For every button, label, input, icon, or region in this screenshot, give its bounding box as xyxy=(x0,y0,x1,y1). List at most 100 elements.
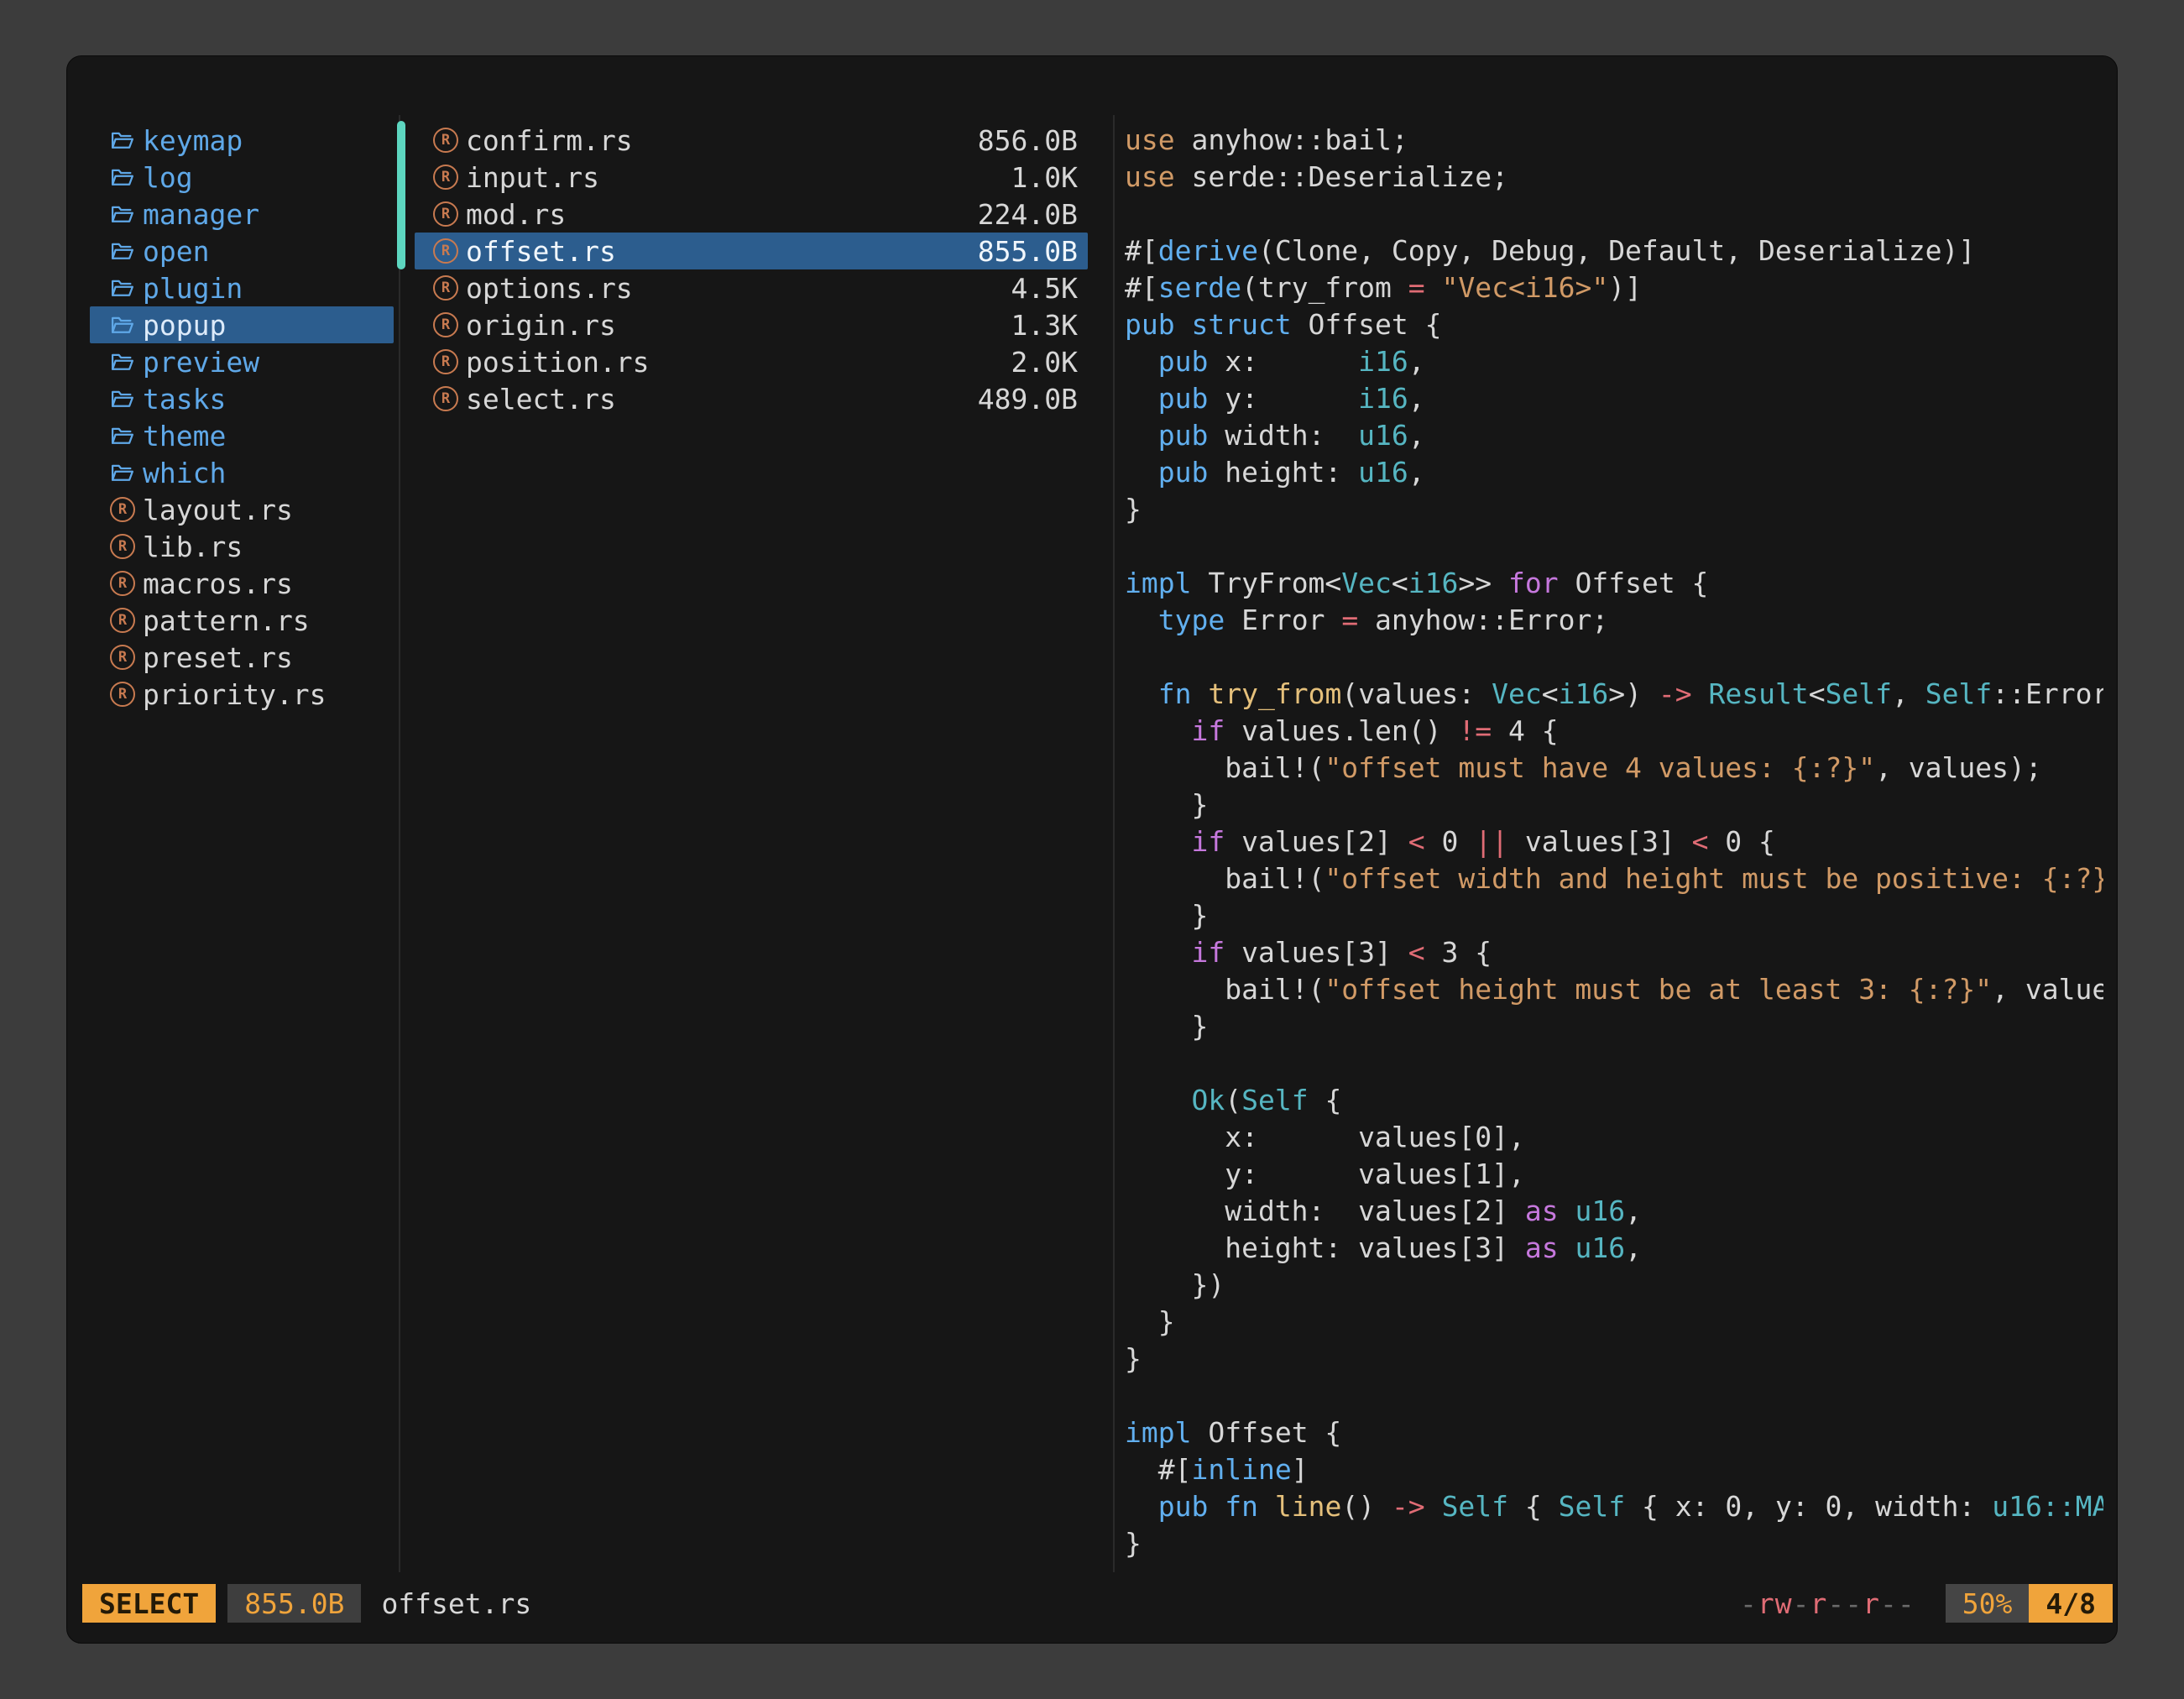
pane-divider-right xyxy=(1113,115,1115,1572)
code-line xyxy=(1125,196,2103,233)
folder-name: tasks xyxy=(143,383,226,416)
file-size-badge: 855.0B xyxy=(227,1584,361,1623)
code-line: use anyhow::bail; xyxy=(1125,122,2103,159)
file-size: 4.5K xyxy=(1011,272,1078,305)
code-line: pub y: i16, xyxy=(1125,380,2103,417)
status-bar: SELECT 855.0B offset.rs -rw-r--r-- 50% 4… xyxy=(82,1584,2113,1623)
rust-file-icon xyxy=(110,645,135,670)
folder-list-item[interactable]: tasks xyxy=(90,380,394,417)
file-name: priority.rs xyxy=(143,678,327,711)
folder-name: preview xyxy=(143,346,259,379)
file-list-item[interactable]: confirm.rs 856.0B xyxy=(415,122,1088,159)
code-line: } xyxy=(1125,1341,2103,1377)
rust-file-icon xyxy=(110,534,135,559)
file-list-item[interactable]: options.rs 4.5K xyxy=(415,269,1088,306)
folder-icon xyxy=(110,165,135,190)
folder-list-item[interactable]: preview xyxy=(90,343,394,380)
rust-file-icon xyxy=(110,497,135,522)
folder-list-item[interactable]: popup xyxy=(90,306,394,343)
file-name: lib.rs xyxy=(143,531,243,563)
file-list-item[interactable]: layout.rs xyxy=(90,491,394,528)
file-size: 224.0B xyxy=(978,198,1078,231)
file-size: 856.0B xyxy=(978,124,1078,157)
code-line: }) xyxy=(1125,1267,2103,1304)
folder-list-item[interactable]: manager xyxy=(90,196,394,233)
code-line: impl Offset { xyxy=(1125,1414,2103,1451)
pane-divider-left xyxy=(399,115,400,1572)
folder-icon xyxy=(110,386,135,411)
code-line: if values.len() != 4 { xyxy=(1125,713,2103,750)
file-name: offset.rs xyxy=(466,235,616,268)
rust-file-icon xyxy=(110,682,135,707)
code-line: type Error = anyhow::Error; xyxy=(1125,602,2103,639)
file-name: layout.rs xyxy=(143,494,293,526)
folder-name: manager xyxy=(143,198,259,231)
folder-icon xyxy=(110,128,135,153)
code-line xyxy=(1125,1377,2103,1414)
file-list-item[interactable]: mod.rs 224.0B xyxy=(415,196,1088,233)
code-line: } xyxy=(1125,1304,2103,1341)
code-line: } xyxy=(1125,491,2103,528)
file-list-item[interactable]: pattern.rs xyxy=(90,602,394,639)
code-line: if values[2] < 0 || values[3] < 0 { xyxy=(1125,823,2103,860)
code-line: } xyxy=(1125,1008,2103,1045)
file-permissions: -rw-r--r-- xyxy=(1740,1587,1915,1620)
folder-name: open xyxy=(143,235,209,268)
code-line: pub height: u16, xyxy=(1125,454,2103,491)
preview-pane: use anyhow::bail;use serde::Deserialize;… xyxy=(1125,122,2103,1567)
file-name: options.rs xyxy=(466,272,633,305)
file-list-item[interactable]: priority.rs xyxy=(90,676,394,713)
file-size: 1.3K xyxy=(1011,309,1078,342)
folder-name: keymap xyxy=(143,124,243,157)
file-list-item[interactable]: origin.rs 1.3K xyxy=(415,306,1088,343)
code-line: #[derive(Clone, Copy, Debug, Default, De… xyxy=(1125,233,2103,269)
code-line: bail!("offset must have 4 values: {:?}",… xyxy=(1125,750,2103,787)
code-line: } xyxy=(1125,787,2103,823)
code-line: fn try_from(values: Vec<i16>) -> Result<… xyxy=(1125,676,2103,713)
code-line: pub width: u16, xyxy=(1125,417,2103,454)
rust-file-icon xyxy=(433,349,458,374)
code-line: pub fn line() -> Self { Self { x: 0, y: … xyxy=(1125,1488,2103,1525)
mode-badge: SELECT xyxy=(82,1584,216,1623)
terminal-window: keymap log manager open xyxy=(66,55,2118,1644)
rust-file-icon xyxy=(433,201,458,227)
folder-list-item[interactable]: theme xyxy=(90,417,394,454)
file-list-item[interactable]: position.rs 2.0K xyxy=(415,343,1088,380)
rust-file-icon xyxy=(433,386,458,411)
folder-name: plugin xyxy=(143,272,243,305)
folder-list-item[interactable]: keymap xyxy=(90,122,394,159)
folder-list-item[interactable]: which xyxy=(90,454,394,491)
code-line xyxy=(1125,528,2103,565)
folder-icon xyxy=(110,312,135,337)
folder-list-item[interactable]: log xyxy=(90,159,394,196)
code-line: #[serde(try_from = "Vec<i16>")] xyxy=(1125,269,2103,306)
folder-icon xyxy=(110,201,135,227)
file-list-item[interactable]: select.rs 489.0B xyxy=(415,380,1088,417)
folder-list-item[interactable]: open xyxy=(90,233,394,269)
code-line: height: values[3] as u16, xyxy=(1125,1230,2103,1267)
code-line: use serde::Deserialize; xyxy=(1125,159,2103,196)
rust-file-icon xyxy=(433,165,458,190)
folder-list-item[interactable]: plugin xyxy=(90,269,394,306)
file-name: macros.rs xyxy=(143,567,293,600)
file-list-item[interactable]: offset.rs 855.0B xyxy=(415,233,1088,269)
folder-icon xyxy=(110,349,135,374)
rust-file-icon xyxy=(433,238,458,264)
middle-pane-scrollbar[interactable] xyxy=(397,121,405,269)
file-name: mod.rs xyxy=(466,198,566,231)
file-size: 855.0B xyxy=(978,235,1078,268)
code-line: pub x: i16, xyxy=(1125,343,2103,380)
file-size: 2.0K xyxy=(1011,346,1078,379)
file-name: preset.rs xyxy=(143,641,293,674)
file-list-item[interactable]: preset.rs xyxy=(90,639,394,676)
file-list-item[interactable]: macros.rs xyxy=(90,565,394,602)
file-name: select.rs xyxy=(466,383,616,416)
code-line: } xyxy=(1125,897,2103,934)
status-filename: offset.rs xyxy=(381,1587,531,1620)
file-list-item[interactable]: lib.rs xyxy=(90,528,394,565)
file-list-item[interactable]: input.rs 1.0K xyxy=(415,159,1088,196)
code-line: impl TryFrom<Vec<i16>> for Offset { xyxy=(1125,565,2103,602)
code-line: Ok(Self { xyxy=(1125,1082,2103,1119)
rust-file-icon xyxy=(110,571,135,596)
scroll-percent-badge: 50% xyxy=(1946,1584,2030,1623)
